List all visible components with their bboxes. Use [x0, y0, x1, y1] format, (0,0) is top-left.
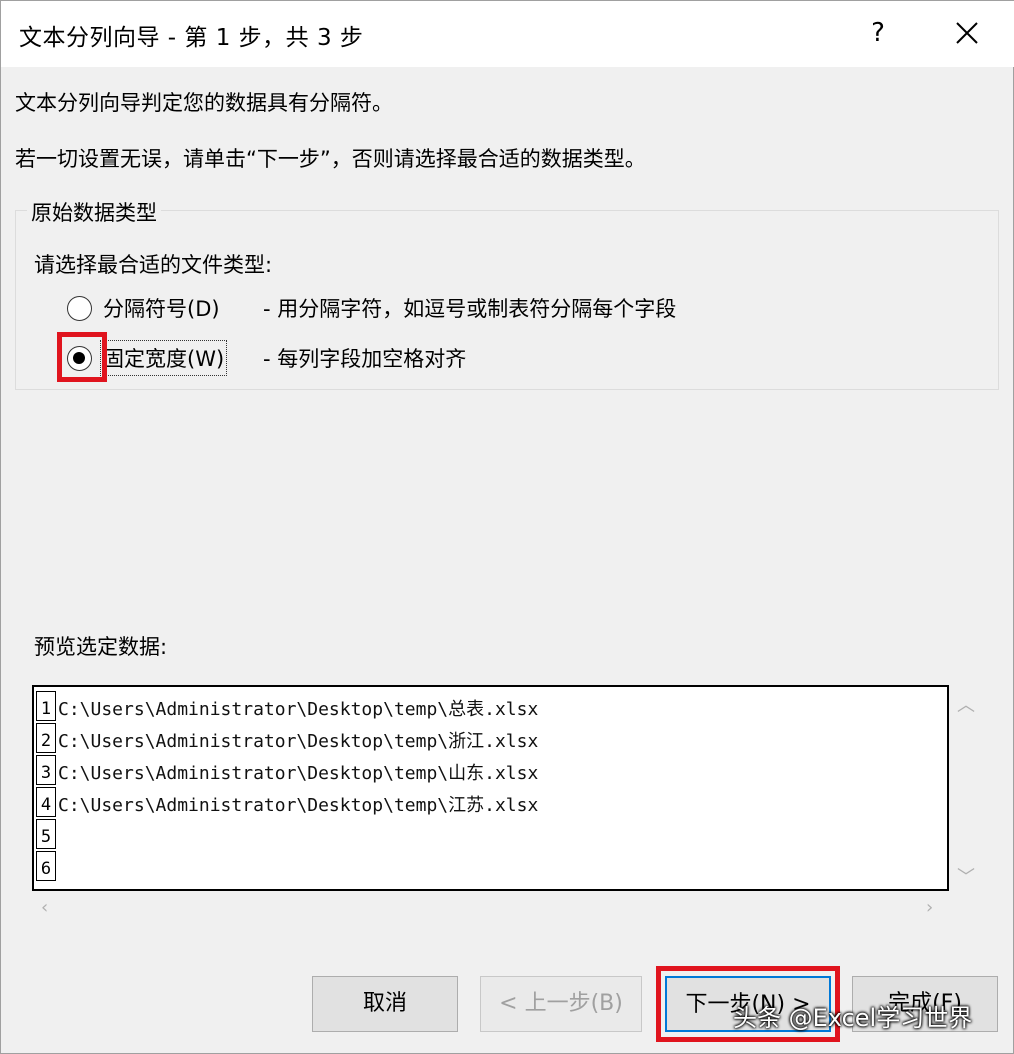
row-number: 1	[36, 691, 56, 721]
close-button[interactable]	[941, 7, 993, 59]
preview-row-text: C:\Users\Administrator\Desktop\temp\江苏.x…	[58, 795, 539, 816]
option-fixed-width-label[interactable]: 固定宽度(W)	[99, 340, 228, 376]
option-delimited-description: - 用分隔字符，如逗号或制表符分隔每个字段	[263, 297, 677, 321]
window-title: 文本分列向导 - 第 1 步，共 3 步	[19, 25, 364, 51]
row-number: 3	[36, 755, 56, 785]
scroll-down-icon[interactable]: ﹀	[957, 863, 975, 889]
text-to-columns-dialog: 文本分列向导 - 第 1 步，共 3 步 ? 文本分列向导判定您的数据具有分隔符…	[0, 0, 1014, 1054]
preview-label: 预览选定数据:	[34, 635, 168, 659]
scroll-left-icon[interactable]: ‹	[41, 897, 48, 918]
cancel-button[interactable]: 取消	[312, 976, 458, 1032]
close-icon	[956, 22, 978, 44]
file-type-prompt: 请选择最合适的文件类型:	[34, 253, 273, 277]
scroll-right-icon[interactable]: ›	[926, 897, 933, 918]
row-number: 6	[36, 851, 56, 881]
instruction-line-2: 若一切设置无误，请单击“下一步”，否则请选择最合适的数据类型。	[15, 147, 646, 171]
data-preview-pane[interactable]: 1 C:\Users\Administrator\Desktop\temp\总表…	[32, 685, 949, 891]
option-fixed-width-description: - 每列字段加空格对齐	[263, 347, 467, 371]
title-bar: 文本分列向导 - 第 1 步，共 3 步 ?	[1, 1, 1014, 67]
preview-row-text: C:\Users\Administrator\Desktop\temp\总表.x…	[58, 699, 539, 720]
watermark: 头条 @Excel学习世界	[733, 1004, 973, 1032]
row-number: 5	[36, 819, 56, 849]
option-delimited-label[interactable]: 分隔符号(D)	[103, 293, 220, 323]
preview-row-text: C:\Users\Administrator\Desktop\temp\山东.x…	[58, 763, 539, 784]
radio-fixed-width[interactable]	[67, 346, 92, 371]
scroll-up-icon[interactable]: ︿	[957, 691, 975, 717]
preview-row-text: C:\Users\Administrator\Desktop\temp\浙江.x…	[58, 731, 539, 752]
row-number: 4	[36, 787, 56, 817]
back-button[interactable]: < 上一步(B)	[480, 976, 642, 1032]
group-title: 原始数据类型	[27, 197, 161, 227]
instruction-line-1: 文本分列向导判定您的数据具有分隔符。	[15, 91, 393, 115]
radio-delimited[interactable]	[67, 296, 92, 321]
radio-selected-dot	[73, 352, 85, 364]
row-number: 2	[36, 723, 56, 753]
help-button[interactable]: ?	[856, 7, 900, 59]
